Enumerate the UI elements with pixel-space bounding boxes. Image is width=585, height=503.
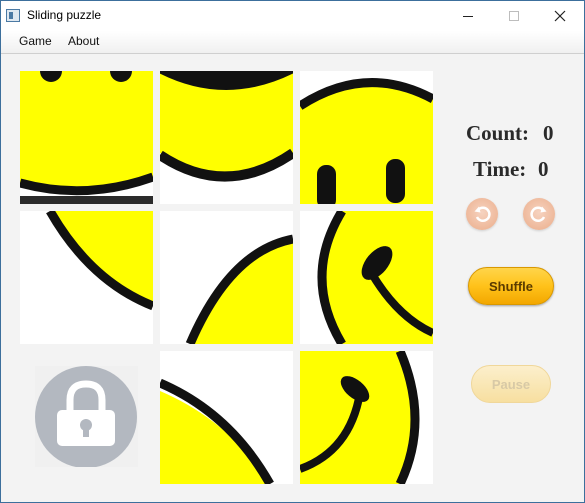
undo-button[interactable] xyxy=(466,198,498,230)
app-icon xyxy=(6,9,20,22)
maximize-icon xyxy=(509,11,519,21)
count-value: 0 xyxy=(543,121,554,145)
maximize-button[interactable] xyxy=(491,1,537,31)
time-value: 0 xyxy=(538,157,549,181)
puzzle-tile[interactable] xyxy=(160,211,293,344)
close-icon xyxy=(554,10,566,22)
menu-bar: Game About xyxy=(1,31,584,54)
puzzle-tile[interactable] xyxy=(160,71,293,204)
puzzle-tile[interactable] xyxy=(20,211,153,344)
lock-icon xyxy=(35,366,137,468)
time-label: Time: xyxy=(473,157,527,181)
window-title: Sliding puzzle xyxy=(27,8,102,22)
redo-button[interactable] xyxy=(523,198,555,230)
puzzle-tile[interactable] xyxy=(20,71,153,204)
pause-button[interactable]: Pause xyxy=(471,365,551,403)
app-window: Sliding puzzle Game About Count: 0 Time:… xyxy=(0,0,585,503)
empty-tile-lock[interactable] xyxy=(35,366,138,468)
count-label: Count: xyxy=(466,121,530,145)
minimize-button[interactable] xyxy=(445,1,491,31)
undo-icon xyxy=(474,206,491,222)
title-bar[interactable]: Sliding puzzle xyxy=(1,1,584,31)
puzzle-tile[interactable] xyxy=(300,211,433,344)
puzzle-tile[interactable] xyxy=(160,351,293,484)
shuffle-button[interactable]: Shuffle xyxy=(468,267,554,305)
redo-icon xyxy=(530,206,547,222)
puzzle-tile[interactable] xyxy=(300,71,433,204)
puzzle-tile[interactable] xyxy=(300,351,433,484)
close-button[interactable] xyxy=(537,1,583,31)
menu-game[interactable]: Game xyxy=(19,34,52,48)
minimize-icon xyxy=(463,16,473,17)
menu-about[interactable]: About xyxy=(68,34,99,48)
